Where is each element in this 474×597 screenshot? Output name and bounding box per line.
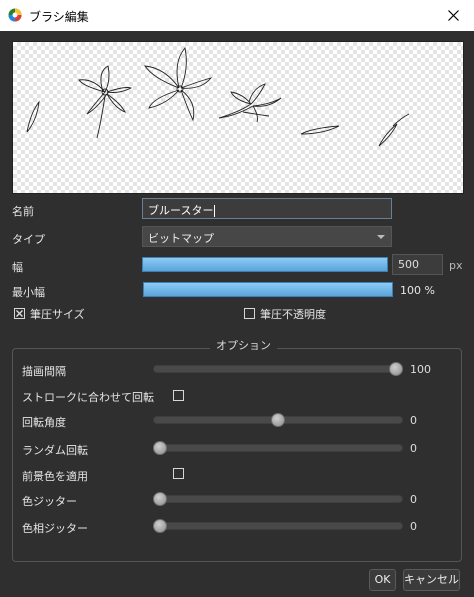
name-input-value: ブルースター bbox=[148, 204, 214, 217]
rotation-angle-slider-knob[interactable] bbox=[271, 413, 285, 427]
close-button[interactable] bbox=[434, 0, 474, 31]
ok-button[interactable]: OK bbox=[369, 569, 396, 591]
hue-jitter-label: 色相ジッター bbox=[22, 522, 88, 535]
chevron-down-icon bbox=[377, 235, 385, 239]
pressure-size-checkbox[interactable] bbox=[14, 308, 25, 319]
rotation-angle-value: 0 bbox=[410, 414, 417, 427]
random-rotation-slider-knob[interactable] bbox=[153, 441, 167, 455]
pressure-size-label: 筆圧サイズ bbox=[30, 308, 85, 321]
width-value: 500 bbox=[398, 258, 419, 271]
color-jitter-value: 0 bbox=[410, 493, 417, 506]
hue-jitter-slider[interactable] bbox=[153, 522, 403, 530]
min-width-label: 最小幅 bbox=[12, 286, 45, 299]
pressure-opacity-checkbox[interactable] bbox=[244, 308, 255, 319]
random-rotation-slider[interactable] bbox=[153, 444, 403, 452]
type-select-value: ビットマップ bbox=[148, 232, 214, 245]
color-jitter-label: 色ジッター bbox=[22, 495, 77, 508]
width-unit: px bbox=[449, 259, 463, 272]
brush-stroke-preview bbox=[26, 47, 410, 147]
window-title: ブラシ編集 bbox=[29, 10, 89, 24]
min-width-value: 100 % bbox=[400, 284, 435, 297]
spacing-slider[interactable] bbox=[153, 365, 403, 373]
name-label: 名前 bbox=[12, 205, 34, 218]
spacing-slider-knob[interactable] bbox=[389, 362, 403, 376]
pressure-opacity-label: 筆圧不透明度 bbox=[260, 308, 326, 321]
type-label: タイプ bbox=[12, 233, 45, 246]
color-jitter-slider-knob[interactable] bbox=[153, 492, 167, 506]
app-logo-icon bbox=[8, 8, 22, 22]
rotate-with-stroke-checkbox[interactable] bbox=[173, 390, 184, 401]
hue-jitter-slider-knob[interactable] bbox=[153, 519, 167, 533]
apply-fg-color-checkbox[interactable] bbox=[173, 468, 184, 479]
width-value-input[interactable]: 500 bbox=[392, 254, 443, 275]
options-group-title: オプション bbox=[210, 337, 277, 353]
apply-fg-color-label: 前景色を適用 bbox=[22, 470, 88, 483]
rotate-with-stroke-label: ストロークに合わせて回転 bbox=[22, 391, 154, 404]
random-rotation-label: ランダム回転 bbox=[22, 444, 88, 457]
spacing-value: 100 bbox=[410, 363, 431, 376]
type-select[interactable]: ビットマップ bbox=[142, 226, 392, 247]
spacing-label: 描画間隔 bbox=[22, 365, 66, 378]
name-input[interactable]: ブルースター bbox=[142, 198, 392, 219]
brush-preview bbox=[12, 41, 464, 194]
min-width-slider-bar[interactable] bbox=[143, 282, 393, 297]
random-rotation-value: 0 bbox=[410, 442, 417, 455]
text-caret bbox=[214, 205, 216, 217]
hue-jitter-value: 0 bbox=[410, 520, 417, 533]
width-slider-bar[interactable] bbox=[142, 257, 388, 272]
checkbox-x-icon bbox=[16, 310, 23, 317]
rotation-angle-label: 回転角度 bbox=[22, 416, 66, 429]
color-jitter-slider[interactable] bbox=[153, 495, 403, 503]
cancel-button[interactable]: キャンセル bbox=[403, 569, 460, 591]
close-icon bbox=[448, 10, 459, 21]
title-bar: ブラシ編集 bbox=[0, 0, 474, 31]
width-label: 幅 bbox=[12, 261, 23, 274]
